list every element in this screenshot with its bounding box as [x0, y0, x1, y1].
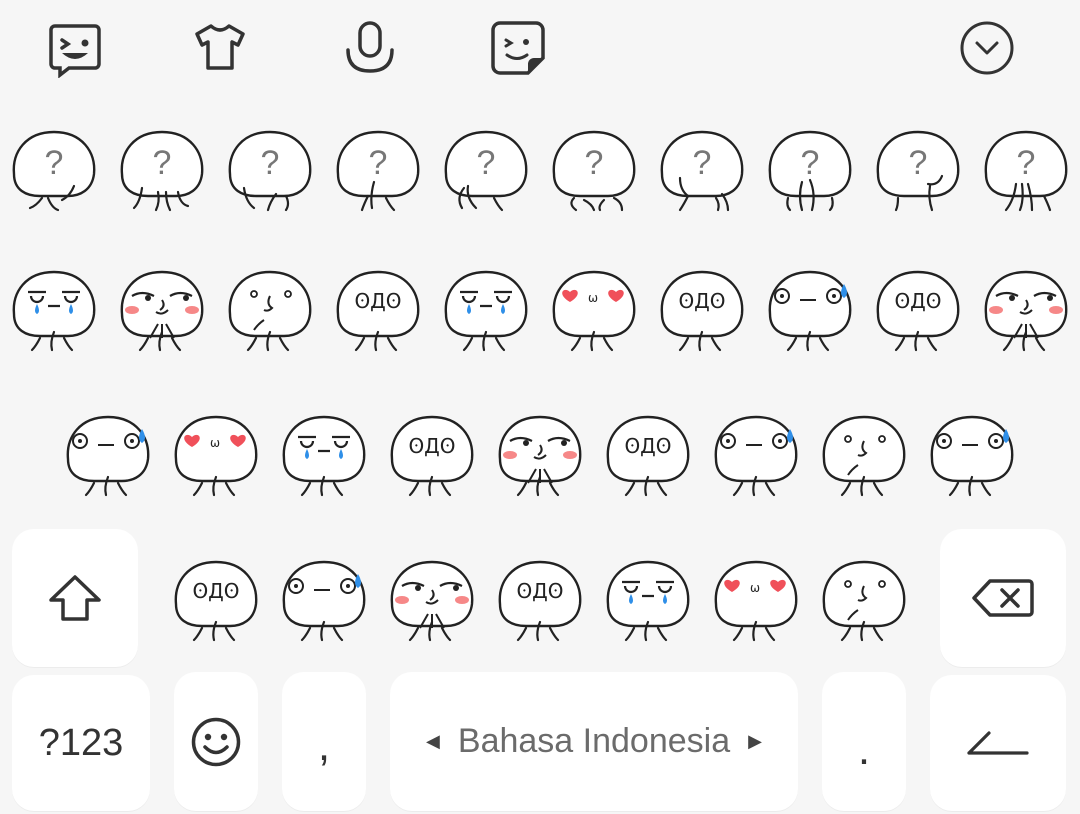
svg-text:ʘДʘ: ʘДʘ [678, 289, 725, 313]
svg-text:?: ? [693, 144, 712, 182]
svg-text:?: ? [909, 144, 928, 182]
space-key[interactable]: ◀ Bahasa Indonesia ▶ [390, 672, 798, 811]
sticker-sweat-nervous[interactable] [922, 407, 1022, 507]
svg-text:?: ? [477, 144, 496, 182]
sticker-skeptical[interactable] [814, 552, 914, 652]
emoji-key[interactable] [174, 672, 258, 811]
sticker-question-chin-right[interactable]: ? [868, 122, 968, 222]
sticker-question-point[interactable]: ? [220, 122, 320, 222]
svg-text:?: ? [801, 144, 820, 182]
numbers-key-label: ?123 [38, 721, 124, 764]
smiley-icon [191, 717, 241, 766]
sticker-skeptical[interactable] [814, 407, 914, 507]
emoji-icon[interactable] [45, 18, 105, 78]
svg-text:ʘДʘ: ʘДʘ [408, 434, 455, 458]
enter-icon [967, 731, 1029, 755]
sticker-hearts-love[interactable]: ω [544, 262, 644, 362]
svg-text:?: ? [1017, 144, 1036, 182]
collapse-icon[interactable] [957, 18, 1017, 78]
sticker-crying[interactable] [274, 407, 374, 507]
language-left-arrow-icon: ◀ [426, 731, 440, 751]
svg-text:ω: ω [750, 581, 760, 595]
sticker-question-finger[interactable]: ? [652, 122, 752, 222]
sticker-shocked[interactable]: ʘДʘ [166, 552, 266, 652]
svg-text:ʘДʘ: ʘДʘ [624, 434, 671, 458]
svg-text:ʘДʘ: ʘДʘ [354, 289, 401, 313]
space-key-label: Bahasa Indonesia [457, 722, 731, 760]
sticker-skeptical[interactable] [220, 262, 320, 362]
sticker-crying[interactable] [4, 262, 104, 362]
microphone-icon[interactable] [340, 18, 400, 78]
sticker-smirk-blush[interactable] [490, 407, 590, 507]
sticker-icon[interactable] [488, 18, 548, 78]
svg-text:ω: ω [588, 291, 598, 305]
svg-text:?: ? [45, 144, 64, 182]
sticker-hearts-love[interactable]: ω [706, 552, 806, 652]
sticker-question-fingers[interactable]: ? [976, 122, 1076, 222]
sticker-question-pray[interactable]: ? [760, 122, 860, 222]
shift-icon [49, 575, 101, 621]
svg-text:ʘДʘ: ʘДʘ [192, 579, 239, 603]
svg-text:?: ? [369, 144, 388, 182]
sticker-crying[interactable] [436, 262, 536, 362]
backspace-icon [972, 579, 1034, 617]
svg-text:?: ? [585, 144, 604, 182]
sticker-sweat-nervous[interactable] [706, 407, 806, 507]
keyboard-toolbar [0, 0, 1080, 100]
sticker-hearts-love[interactable]: ω [166, 407, 266, 507]
svg-text:ʘДʘ: ʘДʘ [894, 289, 941, 313]
svg-text:?: ? [261, 144, 280, 182]
enter-key[interactable] [930, 675, 1066, 811]
numbers-key[interactable]: ?123 [12, 675, 150, 811]
sticker-sweat-nervous[interactable] [760, 262, 860, 362]
sticker-sweat-nervous[interactable] [58, 407, 158, 507]
sticker-shocked[interactable]: ʘДʘ [868, 262, 968, 362]
svg-text:ʘДʘ: ʘДʘ [516, 579, 563, 603]
comma-key[interactable]: , [282, 672, 366, 811]
sticker-smirk-blush[interactable] [382, 552, 482, 652]
sticker-smirk-blush[interactable] [976, 262, 1076, 362]
sticker-question-wave[interactable]: ? [436, 122, 536, 222]
sticker-question-shrug[interactable]: ? [112, 122, 212, 222]
sticker-question-chin[interactable]: ? [328, 122, 428, 222]
sticker-shocked[interactable]: ʘДʘ [490, 552, 590, 652]
sticker-shocked[interactable]: ʘДʘ [328, 262, 428, 362]
backspace-key[interactable] [940, 529, 1066, 667]
sticker-shocked[interactable]: ʘДʘ [598, 407, 698, 507]
comma-key-label: , [317, 721, 331, 770]
svg-text:?: ? [153, 144, 172, 182]
shift-key[interactable] [12, 529, 138, 667]
sticker-shocked[interactable]: ʘДʘ [382, 407, 482, 507]
theme-icon[interactable] [190, 18, 250, 78]
sticker-crying[interactable] [598, 552, 698, 652]
language-right-arrow-icon: ▶ [748, 731, 762, 751]
sticker-smirk-blush[interactable] [112, 262, 212, 362]
sticker-sweat-nervous[interactable] [274, 552, 374, 652]
period-key-label: . [857, 725, 871, 774]
svg-text:ω: ω [210, 436, 220, 450]
period-key[interactable]: . [822, 672, 906, 811]
sticker-question-hands[interactable]: ? [4, 122, 104, 222]
sticker-shocked[interactable]: ʘДʘ [652, 262, 752, 362]
sticker-question-hands-low[interactable]: ? [544, 122, 644, 222]
